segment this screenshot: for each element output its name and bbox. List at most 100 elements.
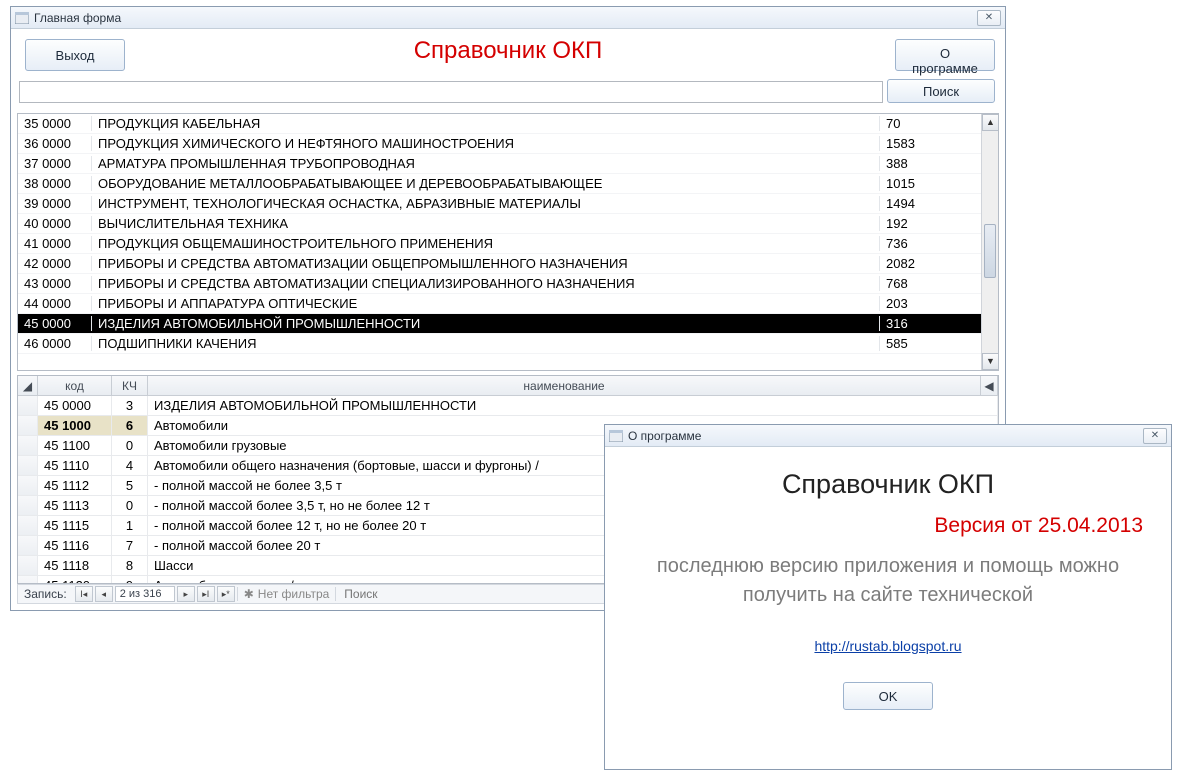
category-code: 44 0000	[18, 296, 92, 311]
category-name: ИЗДЕЛИЯ АВТОМОБИЛЬНОЙ ПРОМЫШЛЕННОСТИ	[92, 316, 879, 331]
category-row[interactable]: 42 0000ПРИБОРЫ И СРЕДСТВА АВТОМАТИЗАЦИИ …	[18, 254, 981, 274]
category-name: ОБОРУДОВАНИЕ МЕТАЛЛООБРАБАТЫВАЮЩЕЕ И ДЕР…	[92, 176, 879, 191]
nav-search[interactable]	[338, 587, 498, 601]
header-name[interactable]: наименование	[148, 376, 981, 395]
scroll-thumb[interactable]	[984, 224, 996, 278]
row-marker[interactable]	[18, 476, 38, 495]
category-name: ПРИБОРЫ И СРЕДСТВА АВТОМАТИЗАЦИИ СПЕЦИАЛ…	[92, 276, 879, 291]
filter-indicator[interactable]: ✱ Нет фильтра	[237, 587, 337, 601]
search-input[interactable]	[19, 81, 883, 103]
category-count: 316	[879, 316, 981, 331]
category-count: 192	[879, 216, 981, 231]
row-marker[interactable]	[18, 536, 38, 555]
cell-name: ИЗДЕЛИЯ АВТОМОБИЛЬНОЙ ПРОМЫШЛЕННОСТИ	[148, 396, 998, 415]
category-code: 39 0000	[18, 196, 92, 211]
category-row[interactable]: 37 0000АРМАТУРА ПРОМЫШЛЕННАЯ ТРУБОПРОВОД…	[18, 154, 981, 174]
row-marker[interactable]	[18, 496, 38, 515]
nav-last-icon[interactable]: ▸I	[197, 586, 215, 602]
about-dialog: О программе ✕ Справочник ОКП Версия от 2…	[604, 424, 1172, 770]
category-count: 585	[879, 336, 981, 351]
vscrollbar[interactable]: ▲ ▼	[981, 114, 998, 370]
row-marker-header[interactable]: ◢	[18, 376, 38, 395]
scroll-down-icon[interactable]: ▼	[982, 353, 999, 370]
cell-code: 45 0000	[38, 396, 112, 415]
search-button[interactable]: Поиск	[887, 79, 995, 103]
category-code: 37 0000	[18, 156, 92, 171]
category-row[interactable]: 44 0000ПРИБОРЫ И АППАРАТУРА ОПТИЧЕСКИЕ20…	[18, 294, 981, 314]
record-position[interactable]: 2 из 316	[115, 586, 175, 602]
table-row[interactable]: 45 00003ИЗДЕЛИЯ АВТОМОБИЛЬНОЙ ПРОМЫШЛЕНН…	[18, 396, 998, 416]
cell-kch: 7	[112, 536, 148, 555]
category-count: 768	[879, 276, 981, 291]
about-note: последнюю версию приложения и помощь мож…	[628, 552, 1148, 610]
header-code[interactable]: код	[38, 376, 112, 395]
row-marker[interactable]	[18, 396, 38, 415]
cell-code: 45 1100	[38, 436, 112, 455]
cell-code: 45 1120	[38, 576, 112, 583]
close-icon[interactable]: ✕	[1143, 428, 1167, 444]
nav-next-icon[interactable]: ▸	[177, 586, 195, 602]
scroll-left-icon[interactable]: ◀	[981, 376, 998, 395]
category-count: 1015	[879, 176, 981, 191]
category-count: 203	[879, 296, 981, 311]
category-name: ВЫЧИСЛИТЕЛЬНАЯ ТЕХНИКА	[92, 216, 879, 231]
cell-kch: 1	[112, 516, 148, 535]
category-row[interactable]: 43 0000ПРИБОРЫ И СРЕДСТВА АВТОМАТИЗАЦИИ …	[18, 274, 981, 294]
row-marker[interactable]	[18, 456, 38, 475]
category-row[interactable]: 41 0000ПРОДУКЦИЯ ОБЩЕМАШИНОСТРОИТЕЛЬНОГО…	[18, 234, 981, 254]
main-titlebar[interactable]: Главная форма ✕	[11, 7, 1005, 29]
category-name: ПРИБОРЫ И АППАРАТУРА ОПТИЧЕСКИЕ	[92, 296, 879, 311]
category-count: 70	[879, 116, 981, 131]
category-name: ИНСТРУМЕНТ, ТЕХНОЛОГИЧЕСКАЯ ОСНАСТКА, АБ…	[92, 196, 879, 211]
about-button[interactable]: О программе	[895, 39, 995, 71]
cell-kch: 0	[112, 496, 148, 515]
scroll-up-icon[interactable]: ▲	[982, 114, 999, 131]
row-marker[interactable]	[18, 416, 38, 435]
cell-code: 45 1110	[38, 456, 112, 475]
category-row[interactable]: 38 0000ОБОРУДОВАНИЕ МЕТАЛЛООБРАБАТЫВАЮЩЕ…	[18, 174, 981, 194]
category-row[interactable]: 46 0000ПОДШИПНИКИ КАЧЕНИЯ585	[18, 334, 981, 354]
category-list[interactable]: 35 0000ПРОДУКЦИЯ КАБЕЛЬНАЯ7036 0000ПРОДУ…	[17, 113, 999, 371]
row-marker[interactable]	[18, 556, 38, 575]
category-code: 40 0000	[18, 216, 92, 231]
category-name: ПОДШИПНИКИ КАЧЕНИЯ	[92, 336, 879, 351]
form-icon	[15, 12, 29, 24]
about-titlebar[interactable]: О программе ✕	[605, 425, 1171, 447]
category-row[interactable]: 39 0000ИНСТРУМЕНТ, ТЕХНОЛОГИЧЕСКАЯ ОСНАС…	[18, 194, 981, 214]
category-code: 45 0000	[18, 316, 92, 331]
cell-code: 45 1115	[38, 516, 112, 535]
nav-search-input[interactable]	[344, 587, 464, 601]
close-icon[interactable]: ✕	[977, 10, 1001, 26]
cell-kch: 5	[112, 476, 148, 495]
category-row[interactable]: 36 0000ПРОДУКЦИЯ ХИМИЧЕСКОГО И НЕФТЯНОГО…	[18, 134, 981, 154]
about-heading: Справочник ОКП	[782, 469, 994, 500]
cell-kch: 0	[112, 436, 148, 455]
row-marker[interactable]	[18, 436, 38, 455]
category-row[interactable]: 45 0000ИЗДЕЛИЯ АВТОМОБИЛЬНОЙ ПРОМЫШЛЕННО…	[18, 314, 981, 334]
category-name: ПРОДУКЦИЯ ОБЩЕМАШИНОСТРОИТЕЛЬНОГО ПРИМЕН…	[92, 236, 879, 251]
about-link[interactable]: http://rustab.blogspot.ru	[814, 638, 961, 654]
nav-prev-icon[interactable]: ◂	[95, 586, 113, 602]
about-version: Версия от 25.04.2013	[934, 514, 1143, 538]
category-row[interactable]: 35 0000ПРОДУКЦИЯ КАБЕЛЬНАЯ70	[18, 114, 981, 134]
filter-icon: ✱	[244, 587, 254, 601]
row-marker[interactable]	[18, 576, 38, 583]
ok-button[interactable]: OK	[843, 682, 933, 710]
about-window-title: О программе	[628, 429, 1143, 443]
nav-new-icon[interactable]: ▸*	[217, 586, 235, 602]
nav-first-icon[interactable]: I◂	[75, 586, 93, 602]
cell-code: 45 1116	[38, 536, 112, 555]
category-name: ПРИБОРЫ И СРЕДСТВА АВТОМАТИЗАЦИИ ОБЩЕПРО…	[92, 256, 879, 271]
form-icon	[609, 430, 623, 442]
cell-code: 45 1000	[38, 416, 112, 435]
row-marker[interactable]	[18, 516, 38, 535]
category-row[interactable]: 40 0000ВЫЧИСЛИТЕЛЬНАЯ ТЕХНИКА192	[18, 214, 981, 234]
header-kch[interactable]: КЧ	[112, 376, 148, 395]
category-code: 35 0000	[18, 116, 92, 131]
window-title: Главная форма	[34, 11, 977, 25]
cell-code: 45 1112	[38, 476, 112, 495]
category-count: 388	[879, 156, 981, 171]
category-count: 1583	[879, 136, 981, 151]
category-code: 42 0000	[18, 256, 92, 271]
category-code: 41 0000	[18, 236, 92, 251]
